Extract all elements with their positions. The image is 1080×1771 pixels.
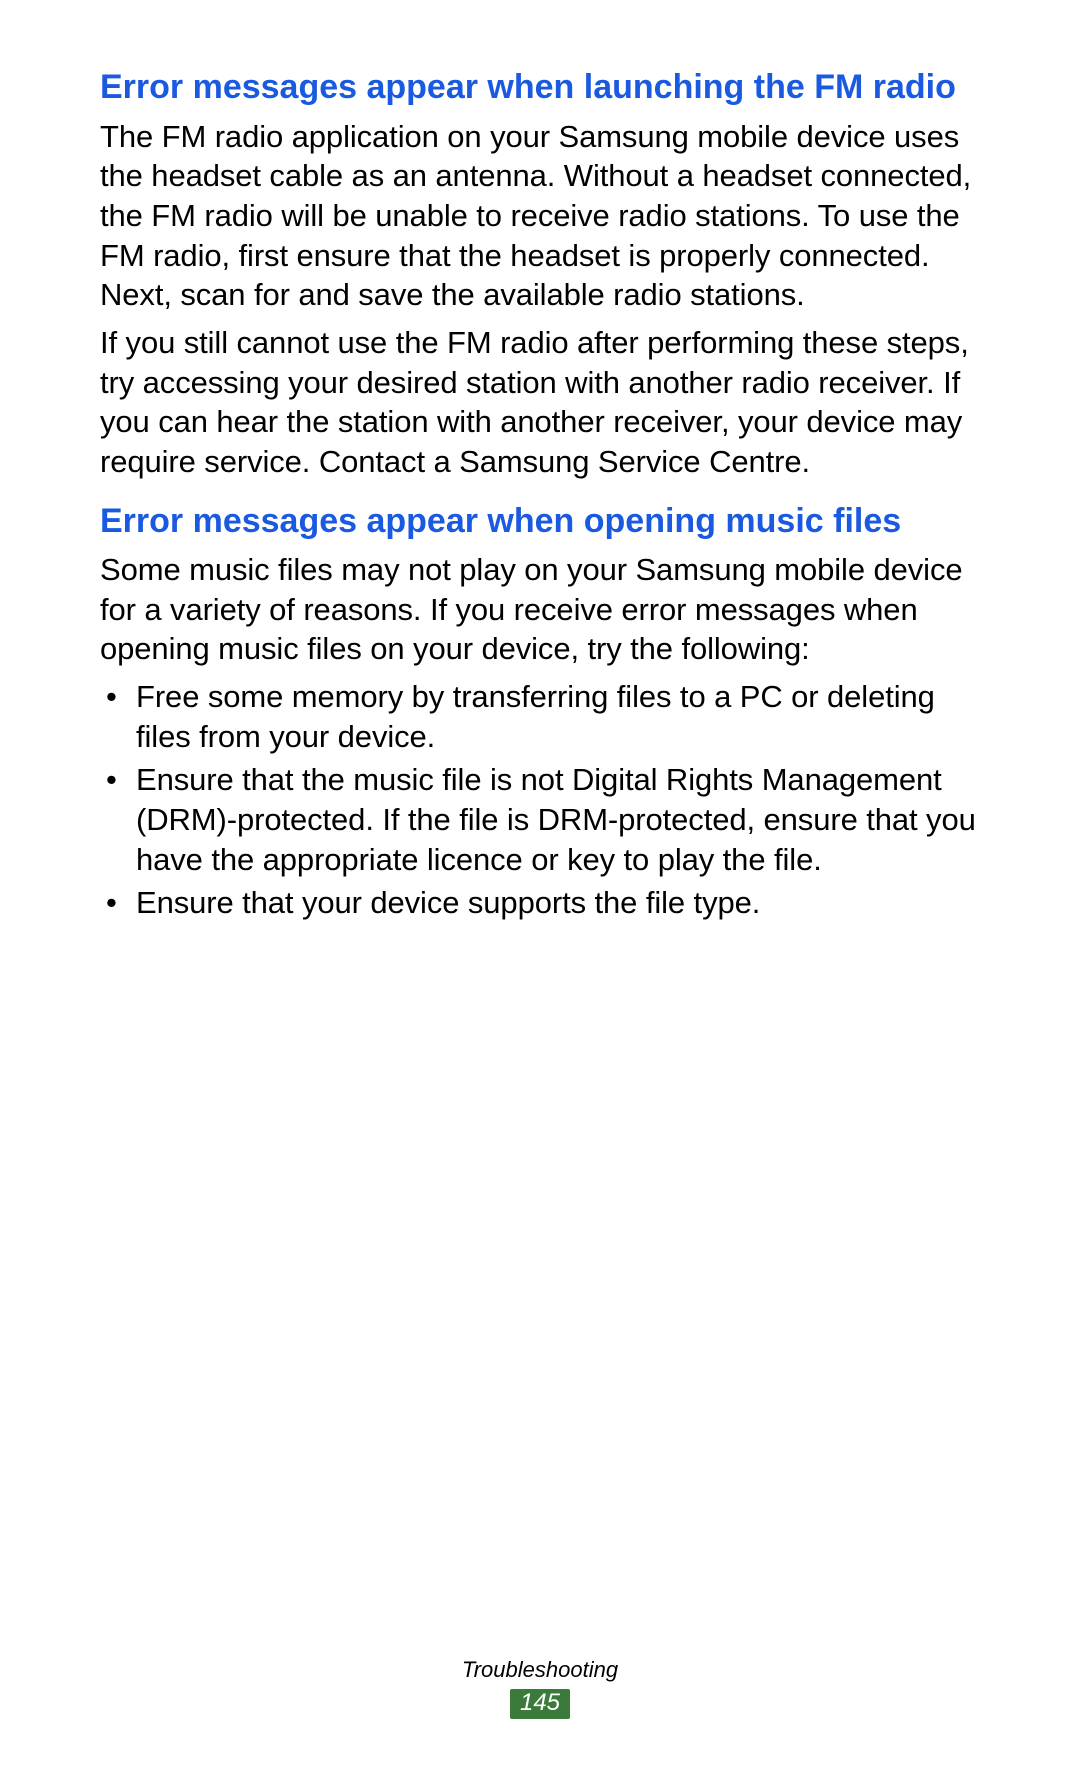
bullet-list: Free some memory by transferring files t… xyxy=(100,677,980,923)
document-page: Error messages appear when launching the… xyxy=(0,0,1080,1771)
body-paragraph: If you still cannot use the FM radio aft… xyxy=(100,323,980,482)
footer-section-label: Troubleshooting xyxy=(0,1657,1080,1683)
body-paragraph: Some music files may not play on your Sa… xyxy=(100,550,980,669)
page-footer: Troubleshooting 145 xyxy=(0,1657,1080,1719)
body-paragraph: The FM radio application on your Samsung… xyxy=(100,117,980,315)
page-number-badge: 145 xyxy=(510,1689,570,1719)
list-item: Free some memory by transferring files t… xyxy=(100,677,980,756)
section-heading-music-files: Error messages appear when opening music… xyxy=(100,500,980,543)
section-heading-fm-radio: Error messages appear when launching the… xyxy=(100,66,980,109)
list-item: Ensure that your device supports the fil… xyxy=(100,883,980,923)
list-item: Ensure that the music file is not Digita… xyxy=(100,760,980,879)
